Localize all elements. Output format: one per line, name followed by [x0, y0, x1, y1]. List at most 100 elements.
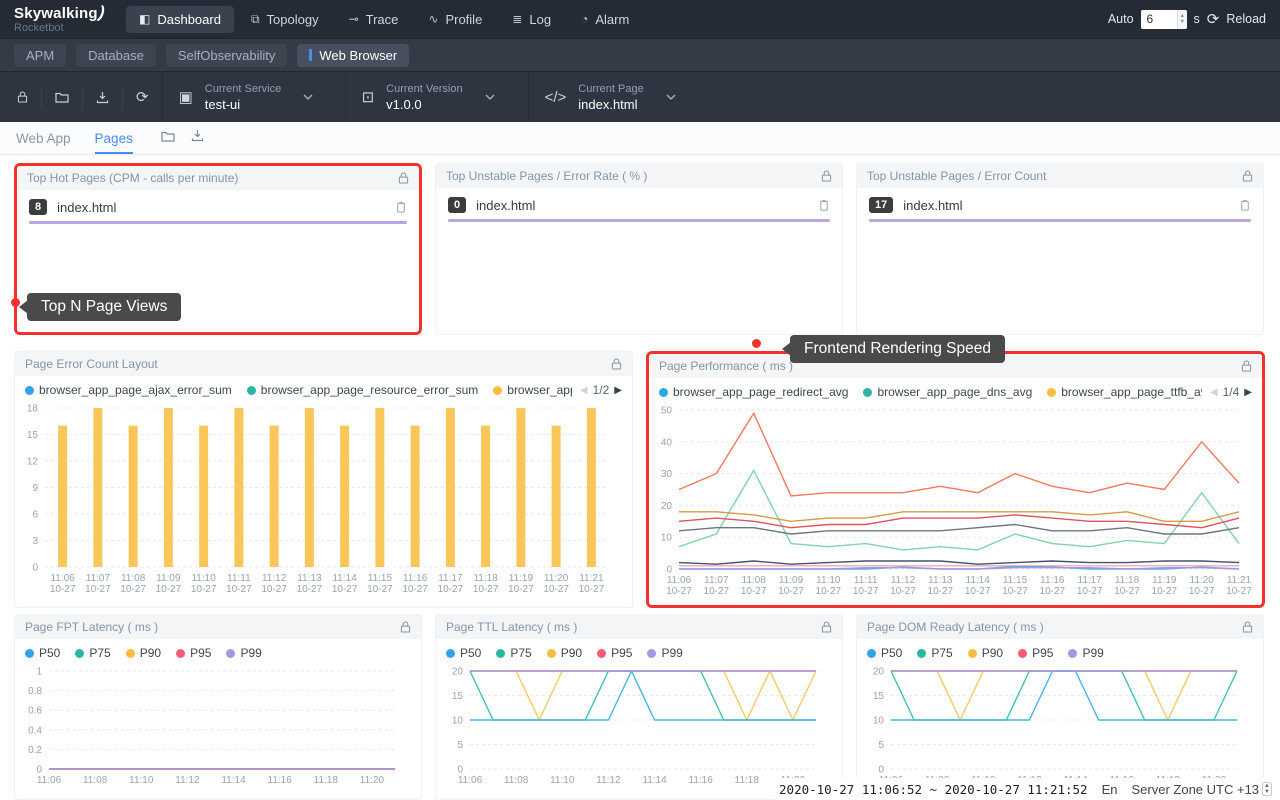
- folder-button[interactable]: [161, 129, 175, 147]
- card-page-dom-ready-latency: Page DOM Ready Latency ( ms ) P50P75P90P…: [856, 614, 1264, 800]
- lock-button[interactable]: [400, 621, 411, 633]
- tab-web-browser[interactable]: Web Browser: [297, 44, 409, 67]
- legend-item[interactable]: P50: [25, 646, 60, 660]
- bottom-charts-row: Page FPT Latency ( ms ) P50P75P90P95P99 …: [14, 614, 1266, 800]
- legend-item[interactable]: P95: [1018, 646, 1053, 660]
- svg-text:50: 50: [661, 406, 673, 417]
- language-toggle[interactable]: En: [1102, 782, 1118, 797]
- legend-item[interactable]: P90: [547, 646, 582, 660]
- legend-item[interactable]: browser_app_page_js_error_sum: [493, 383, 572, 397]
- reload-button[interactable]: Reload: [1226, 12, 1266, 26]
- lock-icon: [17, 91, 28, 103]
- reload-icon[interactable]: ⟳: [1207, 10, 1220, 28]
- svg-text:11:1010-27: 11:1010-27: [191, 573, 217, 595]
- svg-text:11:1810-27: 11:1810-27: [473, 573, 499, 595]
- copy-button[interactable]: [1239, 199, 1251, 212]
- card-title: Page Error Count Layout: [25, 357, 611, 371]
- nav-item-dashboard[interactable]: ◧Dashboard: [126, 6, 234, 33]
- auto-reload-input[interactable]: ▲▼: [1141, 10, 1187, 29]
- lock-button[interactable]: [821, 170, 832, 182]
- legend-item[interactable]: browser_app_page_redirect_avg: [659, 385, 848, 399]
- legend-dot: [1047, 388, 1056, 397]
- app-logo[interactable]: Skywalking) Rocketbot: [14, 5, 110, 34]
- nav-item-trace[interactable]: ⊸Trace: [336, 6, 412, 33]
- legend-prev-button[interactable]: ◀: [1210, 387, 1218, 398]
- svg-text:0.8: 0.8: [28, 686, 42, 697]
- svg-text:0: 0: [666, 565, 672, 576]
- lock-button[interactable]: [1242, 170, 1253, 182]
- svg-text:0: 0: [878, 765, 884, 776]
- svg-text:0: 0: [457, 765, 463, 776]
- current-service-selector[interactable]: ▣Current Servicetest-ui: [162, 72, 345, 122]
- card-header: Page Error Count Layout: [15, 352, 632, 376]
- refresh-button[interactable]: ⟳: [123, 85, 162, 109]
- auto-seconds-field[interactable]: [1141, 10, 1177, 29]
- lock-button[interactable]: [1241, 360, 1252, 372]
- zone-stepper[interactable]: ▲▼: [1262, 782, 1272, 796]
- tab-apm[interactable]: APM: [14, 44, 66, 67]
- auto-label: Auto: [1108, 12, 1134, 26]
- card-title: Top Hot Pages (CPM - calls per minute): [27, 171, 398, 185]
- legend-item[interactable]: P75: [75, 646, 110, 660]
- svg-text:9: 9: [32, 483, 38, 494]
- svg-text:11:2010-27: 11:2010-27: [543, 573, 569, 595]
- page-dom-ready-latency-chart: 0510152011:0611:0811:1011:1211:1411:1611…: [861, 663, 1253, 787]
- nav-item-alarm[interactable]: ◔Alarm: [568, 6, 642, 33]
- auto-stepper[interactable]: ▲▼: [1177, 10, 1187, 29]
- svg-text:11:1610-27: 11:1610-27: [402, 573, 428, 595]
- tab-selfobservability[interactable]: SelfObservability: [166, 44, 288, 67]
- legend-item[interactable]: P99: [647, 646, 682, 660]
- card-title: Top Unstable Pages / Error Count: [867, 169, 1242, 183]
- page-ttl-latency-chart: 0510152011:0611:0811:1011:1211:1411:1611…: [440, 663, 832, 787]
- svg-text:11:08: 11:08: [504, 775, 529, 786]
- lock-icon: [1242, 170, 1253, 182]
- legend-dot: [863, 388, 872, 397]
- legend-item[interactable]: P75: [496, 646, 531, 660]
- copy-button[interactable]: [395, 201, 407, 214]
- legend-item[interactable]: browser_app_page_ajax_error_sum: [25, 383, 232, 397]
- nav-item-log[interactable]: ≣Log: [499, 6, 564, 33]
- legend-item[interactable]: browser_app_page_resource_error_sum: [247, 383, 478, 397]
- lock-icon: [1241, 360, 1252, 372]
- lock-button[interactable]: [821, 621, 832, 633]
- legend-next-button[interactable]: ▶: [1244, 387, 1252, 398]
- legend-item[interactable]: P90: [968, 646, 1003, 660]
- svg-text:11:2110-27: 11:2110-27: [579, 573, 605, 595]
- svg-text:11:14: 11:14: [642, 775, 667, 786]
- top-nav: Skywalking) Rocketbot ◧Dashboard⧉Topolog…: [0, 0, 1280, 38]
- legend-next-button[interactable]: ▶: [614, 385, 622, 396]
- legend-item[interactable]: P95: [597, 646, 632, 660]
- lock-button[interactable]: [1242, 621, 1253, 633]
- legend-item[interactable]: browser_app_page_dns_avg: [863, 385, 1032, 399]
- legend-prev-button[interactable]: ◀: [580, 385, 588, 396]
- svg-text:15: 15: [452, 691, 464, 702]
- time-range-picker[interactable]: 2020-10-27 11:06:52 ~ 2020-10-27 11:21:5…: [779, 782, 1088, 797]
- svg-text:11:0710-27: 11:0710-27: [704, 575, 730, 597]
- legend-item[interactable]: P95: [176, 646, 211, 660]
- lock-button[interactable]: [4, 85, 42, 109]
- svg-text:20: 20: [873, 667, 885, 678]
- legend-item[interactable]: P50: [446, 646, 481, 660]
- nav-item-topology[interactable]: ⧉Topology: [238, 6, 332, 33]
- download-button[interactable]: [83, 85, 123, 109]
- lock-button[interactable]: [398, 172, 409, 184]
- subtab-web-app[interactable]: Web App: [16, 122, 71, 154]
- legend-item[interactable]: browser_app_page_ttfb_avg: [1047, 385, 1202, 399]
- tab-database[interactable]: Database: [76, 44, 156, 67]
- legend-item[interactable]: P90: [126, 646, 161, 660]
- app-title: Skywalking: [14, 5, 98, 22]
- nav-item-profile[interactable]: ∿Profile: [415, 6, 495, 33]
- log-icon: ≣: [512, 12, 522, 26]
- current-version-selector[interactable]: ⊡Current Versionv1.0.0: [345, 72, 528, 122]
- lock-button[interactable]: [611, 358, 622, 370]
- legend-item[interactable]: P99: [1068, 646, 1103, 660]
- legend-item[interactable]: P50: [867, 646, 902, 660]
- subtab-tools: [161, 129, 204, 147]
- subtab-pages[interactable]: Pages: [95, 122, 133, 154]
- current-page-selector[interactable]: </>Current Pageindex.html: [528, 72, 711, 122]
- legend-item[interactable]: P99: [226, 646, 261, 660]
- download-button[interactable]: [191, 129, 204, 147]
- copy-button[interactable]: [818, 199, 830, 212]
- legend-item[interactable]: P75: [917, 646, 952, 660]
- folder-button[interactable]: [42, 85, 83, 109]
